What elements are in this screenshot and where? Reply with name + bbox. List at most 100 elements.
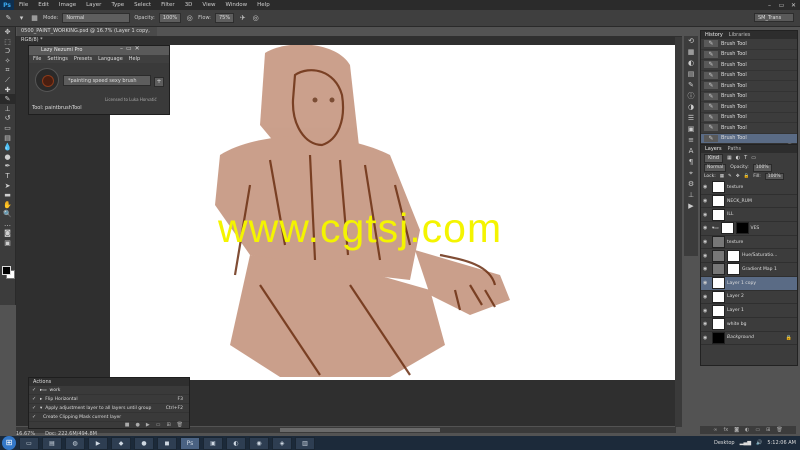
menu-help[interactable]: Help: [252, 0, 275, 10]
layer-name[interactable]: Layer 1 copy: [727, 281, 756, 286]
mode-select[interactable]: Normal: [62, 13, 131, 23]
layer-name[interactable]: texture: [727, 240, 743, 245]
minimize-button[interactable]: –: [765, 2, 774, 9]
action-row[interactable]: ✓ ▸▭ work: [29, 386, 189, 395]
filter-pixel-icon[interactable]: ▦: [727, 155, 732, 161]
actions-panel-icon[interactable]: ▶: [684, 201, 698, 212]
brush-tool-icon[interactable]: ✎: [4, 14, 13, 23]
layer-row-selected[interactable]: ◉ Layer 1 copy: [701, 276, 797, 291]
quick-select-tool-icon[interactable]: ✧: [0, 56, 15, 66]
layer-mask-thumbnail[interactable]: [735, 222, 749, 235]
menu-layer[interactable]: Layer: [81, 0, 106, 10]
layer-fill-field[interactable]: 100%: [764, 173, 784, 180]
gradient-tool-icon[interactable]: ▤: [0, 133, 15, 143]
visibility-eye-icon[interactable]: ◉: [703, 212, 710, 218]
filter-shape-icon[interactable]: ▭: [751, 155, 756, 161]
flow-field[interactable]: 75%: [215, 13, 235, 23]
history-item[interactable]: ✎ Brush Tool: [701, 92, 797, 102]
layer-row[interactable]: ◉ Layer 1: [701, 304, 797, 318]
check-icon[interactable]: ✓: [32, 414, 37, 420]
delete-layer-icon[interactable]: 🗑: [776, 426, 782, 434]
layer-name[interactable]: NECK_RUM: [727, 199, 752, 204]
layer-row[interactable]: ◉ texture: [701, 181, 797, 195]
shape-tool-icon[interactable]: ▬: [0, 190, 15, 200]
lock-all-icon[interactable]: 🔒: [744, 174, 750, 179]
pen-tool-icon[interactable]: ✒: [0, 161, 15, 171]
new-adjustment-icon[interactable]: ◐: [745, 426, 749, 434]
photoshop-taskbar-icon[interactable]: Ps: [180, 436, 200, 450]
visibility-eye-icon[interactable]: ◉: [703, 239, 710, 245]
visibility-eye-icon[interactable]: ◉: [703, 184, 710, 190]
visibility-eye-icon[interactable]: ◉: [703, 266, 710, 272]
visibility-eye-icon[interactable]: ◉: [703, 253, 710, 259]
menu-window[interactable]: Window: [220, 0, 252, 10]
character-panel-icon[interactable]: A: [684, 146, 698, 157]
visibility-eye-icon[interactable]: ◉: [703, 335, 710, 341]
libraries-panel-icon[interactable]: ▦: [684, 47, 698, 58]
enable-power-knob[interactable]: [35, 68, 59, 92]
properties-panel-icon[interactable]: ☰: [684, 113, 698, 124]
ln-menu-presets[interactable]: Presets: [74, 55, 92, 63]
path-select-tool-icon[interactable]: ➤: [0, 181, 15, 191]
airbrush-icon[interactable]: ✈: [238, 14, 247, 23]
ln-menu-settings[interactable]: Settings: [47, 55, 68, 63]
action-row[interactable]: ✓ ▸ Flip Horizontal F3: [29, 395, 189, 404]
layer-row[interactable]: ◉ texture: [701, 236, 797, 250]
history-panel-icon[interactable]: ⟲: [684, 36, 698, 47]
info-panel-icon[interactable]: ⓘ: [684, 91, 698, 102]
layer-name[interactable]: Background: [727, 335, 754, 340]
tab-history[interactable]: History: [705, 31, 723, 39]
preset-dropdown[interactable]: *painting speed sexy brush: [63, 75, 151, 86]
move-tool-icon[interactable]: ✥: [0, 27, 15, 37]
hand-tool-icon[interactable]: ✋: [0, 200, 15, 210]
new-layer-icon[interactable]: ⊞: [766, 426, 770, 434]
history-item-selected[interactable]: ✎ Brush Tool: [701, 133, 797, 144]
app-taskbar-icon[interactable]: ◐: [226, 436, 246, 450]
check-icon[interactable]: ✓: [32, 405, 37, 411]
check-icon[interactable]: ✓: [32, 387, 37, 393]
layer-row[interactable]: ◉ Background 🔒: [701, 331, 797, 346]
blur-tool-icon[interactable]: 💧: [0, 142, 15, 152]
stop-icon[interactable]: ■: [125, 422, 130, 429]
filter-type-icon[interactable]: T: [744, 155, 747, 161]
ln-menu-help[interactable]: Help: [129, 55, 140, 63]
brush-preset-picker-icon[interactable]: ▾: [17, 14, 26, 23]
layer-name[interactable]: Gradient Map 1: [742, 267, 777, 272]
maximize-button[interactable]: ▭: [777, 2, 786, 9]
tab-paths[interactable]: Paths: [728, 145, 742, 153]
clock[interactable]: 5:12:06 AM: [767, 440, 796, 446]
ln-close-button[interactable]: ✕: [135, 45, 140, 53]
eraser-tool-icon[interactable]: ▭: [0, 123, 15, 133]
clone-source-panel-icon[interactable]: ⊥: [684, 190, 698, 201]
app-taskbar-icon[interactable]: ●: [134, 436, 154, 450]
layer-opacity-field[interactable]: 100%: [752, 163, 772, 172]
history-brush-tool-icon[interactable]: ↺: [0, 113, 15, 123]
eyedropper-tool-icon[interactable]: ⟋: [0, 75, 15, 85]
menu-view[interactable]: View: [197, 0, 220, 10]
add-mask-icon[interactable]: ◙: [734, 426, 739, 434]
adjustments-panel-icon[interactable]: ◑: [684, 102, 698, 113]
more-tools-icon[interactable]: …: [0, 219, 15, 229]
menu-select[interactable]: Select: [129, 0, 156, 10]
layer-name[interactable]: ILL: [727, 212, 733, 217]
menu-3d[interactable]: 3D: [180, 0, 198, 10]
app-taskbar-icon[interactable]: ▣: [203, 436, 223, 450]
filter-adjustment-icon[interactable]: ◐: [736, 155, 740, 161]
pressure-size-icon[interactable]: ◎: [251, 14, 260, 23]
add-preset-button[interactable]: +: [154, 77, 164, 87]
lazy-nezumi-taskbar-icon[interactable]: ◉: [249, 436, 269, 450]
dodge-tool-icon[interactable]: ●: [0, 152, 15, 162]
adjustment-layer-row[interactable]: ◉ Hue/Saturatio...: [701, 249, 797, 264]
start-button[interactable]: ⊞: [2, 436, 16, 450]
menu-edit[interactable]: Edit: [33, 0, 54, 10]
app-taskbar-icon[interactable]: ◼: [157, 436, 177, 450]
history-item[interactable]: ✎ Brush Tool: [701, 71, 797, 81]
play-icon[interactable]: ▶: [146, 422, 150, 429]
screen-mode-icon[interactable]: ▣: [0, 238, 15, 248]
menu-file[interactable]: File: [14, 0, 33, 10]
layer-row[interactable]: ◉ Layer 2: [701, 290, 797, 305]
ln-menu-language[interactable]: Language: [98, 55, 123, 63]
browser-taskbar-icon[interactable]: ◍: [65, 436, 85, 450]
expand-icon[interactable]: ▸: [40, 397, 42, 402]
app-taskbar-icon[interactable]: ◆: [111, 436, 131, 450]
